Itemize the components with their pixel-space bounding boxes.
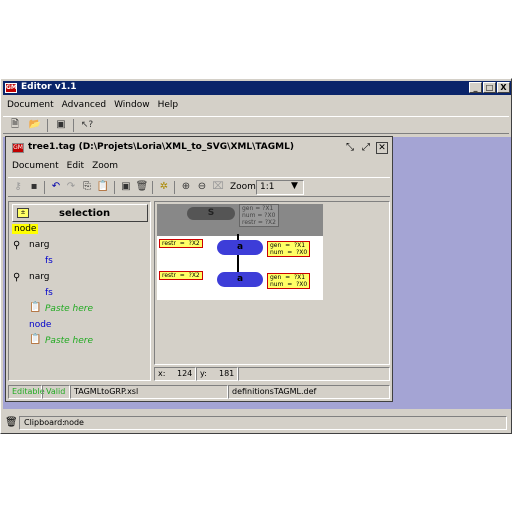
tree-item-narg[interactable]: narg — [29, 272, 49, 282]
paste-icon: 📋 — [29, 334, 42, 345]
app-toolbar: 🗎 📂 ▣ ↖? — [3, 116, 509, 134]
menu-advanced[interactable]: Advanced — [58, 98, 110, 112]
maximize-button[interactable]: □ — [483, 82, 496, 93]
paste-icon[interactable]: 📋 — [95, 179, 111, 195]
x-value: 124 — [177, 369, 193, 378]
selection-button[interactable]: ± selection — [12, 204, 148, 222]
app-menu-bar: Document Advanced Window Help — [3, 98, 182, 112]
trash-icon[interactable]: 🗑 — [5, 417, 18, 429]
doc-menu-document[interactable]: Document — [8, 159, 63, 173]
tree-node-root[interactable]: node — [12, 224, 39, 234]
document-title-bar[interactable]: GM tree1.tag (D:\Projets\Loria\XML_to_SV… — [8, 139, 390, 157]
def-file-field: definitionsTAGML.def — [228, 385, 390, 399]
chevron-down-icon: ▼ — [291, 181, 298, 191]
pin-icon: ⚲ — [13, 272, 21, 283]
doc-menu-edit[interactable]: Edit — [63, 159, 88, 173]
close-document-icon[interactable]: ✕ — [376, 142, 388, 154]
menu-help[interactable]: Help — [154, 98, 183, 112]
toolbar-separator — [73, 119, 74, 132]
tree-node-a[interactable]: a — [217, 272, 263, 287]
toolbar-separator — [47, 119, 48, 132]
document-toolbar: ⚷ ▪ ↶ ↷ ⎘ 📋 ▣ 🗑 ✲ ⊕ ⊖ ⌧ Zoom 1:1 ▼ — [8, 177, 390, 197]
node2-right-features: gen = ?X1 num = ?X0 — [267, 273, 311, 289]
tree-paste-here[interactable]: Paste here — [45, 336, 93, 346]
copy-icon[interactable]: ⎘ — [79, 179, 95, 195]
minimize-button[interactable]: _ — [469, 82, 482, 93]
node1-right-features: gen = ?X1 num = ?X0 — [267, 241, 311, 257]
app-logo-icon: GM — [5, 83, 17, 93]
zoom-fit-icon[interactable]: ⌧ — [210, 179, 226, 195]
menu-window[interactable]: Window — [110, 98, 154, 112]
key-icon[interactable]: ⚷ — [10, 179, 26, 195]
app-title: Editor v1.1 — [21, 82, 77, 92]
redo-icon[interactable]: ↷ — [63, 179, 79, 195]
document-window: GM tree1.tag (D:\Projets\Loria\XML_to_SV… — [5, 136, 393, 402]
toolbar-separator — [174, 181, 175, 194]
new-document-icon[interactable]: 🗎 — [7, 117, 23, 133]
context-help-icon[interactable]: ↖? — [79, 117, 95, 133]
pin-icon: ⚲ — [13, 240, 21, 251]
tree-item-narg[interactable]: narg — [29, 240, 49, 250]
tree-panel: ± selection node ⚲ narg fs ⚲ narg fs 📋 P… — [8, 201, 151, 381]
node1-left-features: restr = ?X2 — [159, 239, 203, 248]
tree-item-fs[interactable]: fs — [45, 256, 53, 266]
y-value: 181 — [219, 369, 235, 378]
toolbar-separator — [114, 181, 115, 194]
settings-icon[interactable]: ✲ — [156, 179, 172, 195]
coordinate-spacer — [238, 367, 390, 381]
canvas-panel: S gen = ?X1 num = ?X0 restr = ?X2 restr … — [154, 201, 390, 365]
tree-node-a[interactable]: a — [217, 240, 263, 255]
selection-icon: ± — [17, 208, 29, 218]
doc-menu-zoom[interactable]: Zoom — [88, 159, 122, 173]
clipboard-field: Clipboard: node — [19, 416, 507, 430]
document-logo-icon: GM — [12, 143, 24, 153]
zoom-label: Zoom — [230, 182, 256, 192]
clipboard-status-bar: 🗑 Clipboard: node — [3, 415, 509, 431]
open-folder-icon[interactable]: 📂 — [27, 117, 43, 133]
zoom-value: 1:1 — [260, 182, 275, 192]
y-label: y: — [200, 369, 207, 378]
clipboard-value: node — [64, 418, 84, 427]
window-tile-icon[interactable]: ▣ — [53, 117, 69, 133]
clipboard-label: Clipboard: — [24, 418, 65, 427]
node2-left-features: restr = ?X2 — [159, 271, 203, 280]
zoom-select[interactable]: 1:1 ▼ — [256, 180, 304, 195]
x-label: x: — [158, 369, 166, 378]
document-title: tree1.tag (D:\Projets\Loria\XML_to_SVG\X… — [28, 142, 294, 152]
zoom-out-icon[interactable]: ⊖ — [194, 179, 210, 195]
toolbar-separator — [152, 181, 153, 194]
toolbar-separator — [44, 181, 45, 194]
root-features: gen = ?X1 num = ?X0 restr = ?X2 — [239, 204, 279, 227]
xsl-file-field: TAGMLtoGRP.xsl — [70, 385, 228, 399]
maximize-icon[interactable]: ⤢ — [360, 142, 372, 154]
paste-icon: 📋 — [29, 302, 42, 313]
selection-label: selection — [59, 208, 111, 219]
clipboard-icon[interactable]: ▣ — [118, 179, 134, 195]
tree-item-fs[interactable]: fs — [45, 288, 53, 298]
iconify-icon[interactable]: ⤡ — [344, 142, 356, 154]
tree-item-node[interactable]: node — [29, 320, 51, 330]
zoom-in-icon[interactable]: ⊕ — [178, 179, 194, 195]
delete-icon[interactable]: 🗑 — [134, 179, 150, 195]
undo-icon[interactable]: ↶ — [48, 179, 64, 195]
editable-status: Editable — [8, 385, 45, 399]
close-button[interactable]: X — [497, 82, 510, 93]
valid-status: Valid — [42, 385, 70, 399]
save-icon[interactable]: ▪ — [26, 179, 42, 195]
tree-root-node[interactable]: S — [187, 207, 235, 220]
menu-document[interactable]: Document — [3, 98, 58, 112]
y-coordinate-field: y: 181 — [196, 367, 238, 381]
app-title-bar[interactable]: GM Editor v1.1 _ □ X — [3, 81, 511, 95]
document-menu-bar: Document Edit Zoom — [8, 159, 122, 173]
x-coordinate-field: x: 124 — [154, 367, 196, 381]
tree-canvas[interactable]: S gen = ?X1 num = ?X0 restr = ?X2 restr … — [157, 204, 323, 300]
tree-paste-here[interactable]: Paste here — [45, 304, 93, 314]
